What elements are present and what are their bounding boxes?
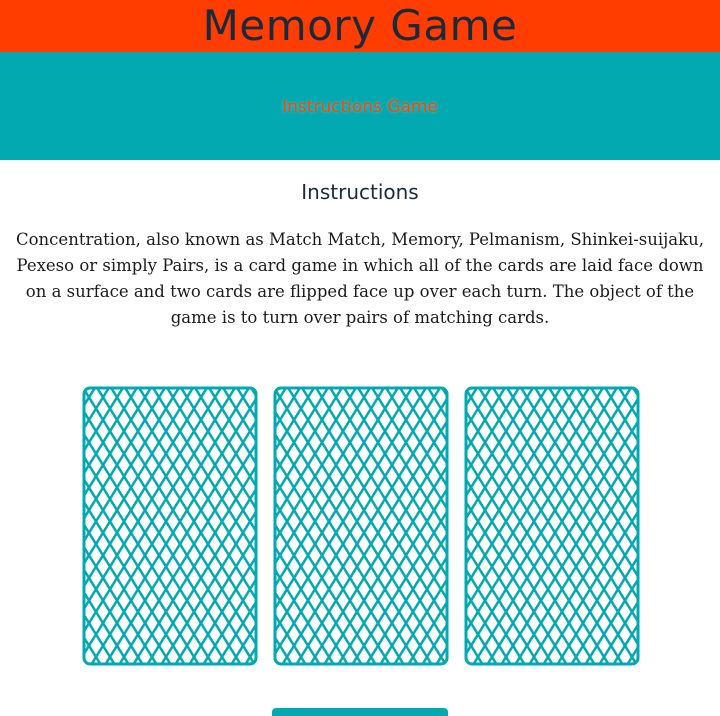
card-back-1[interactable] xyxy=(82,386,258,666)
card-back-2[interactable] xyxy=(273,386,449,666)
card-back-pattern xyxy=(464,386,640,666)
card-back-pattern xyxy=(273,386,449,666)
card-back-pattern xyxy=(82,386,258,666)
instructions-title: Instructions xyxy=(301,180,419,204)
nav-link-instructions[interactable]: Instructions xyxy=(282,97,382,117)
app-title: Memory Game xyxy=(202,1,518,50)
card-grid xyxy=(0,386,720,666)
nav-link-game[interactable]: Game xyxy=(387,97,438,117)
nav-links: Instructions Game xyxy=(0,97,720,117)
app-header: Memory Game xyxy=(0,0,720,52)
instructions-text: Concentration, also known as Match Match… xyxy=(16,230,704,327)
card-back-3[interactable] xyxy=(464,386,640,666)
start-game-button[interactable] xyxy=(272,708,448,716)
nav-bar: Instructions Game xyxy=(0,52,720,160)
